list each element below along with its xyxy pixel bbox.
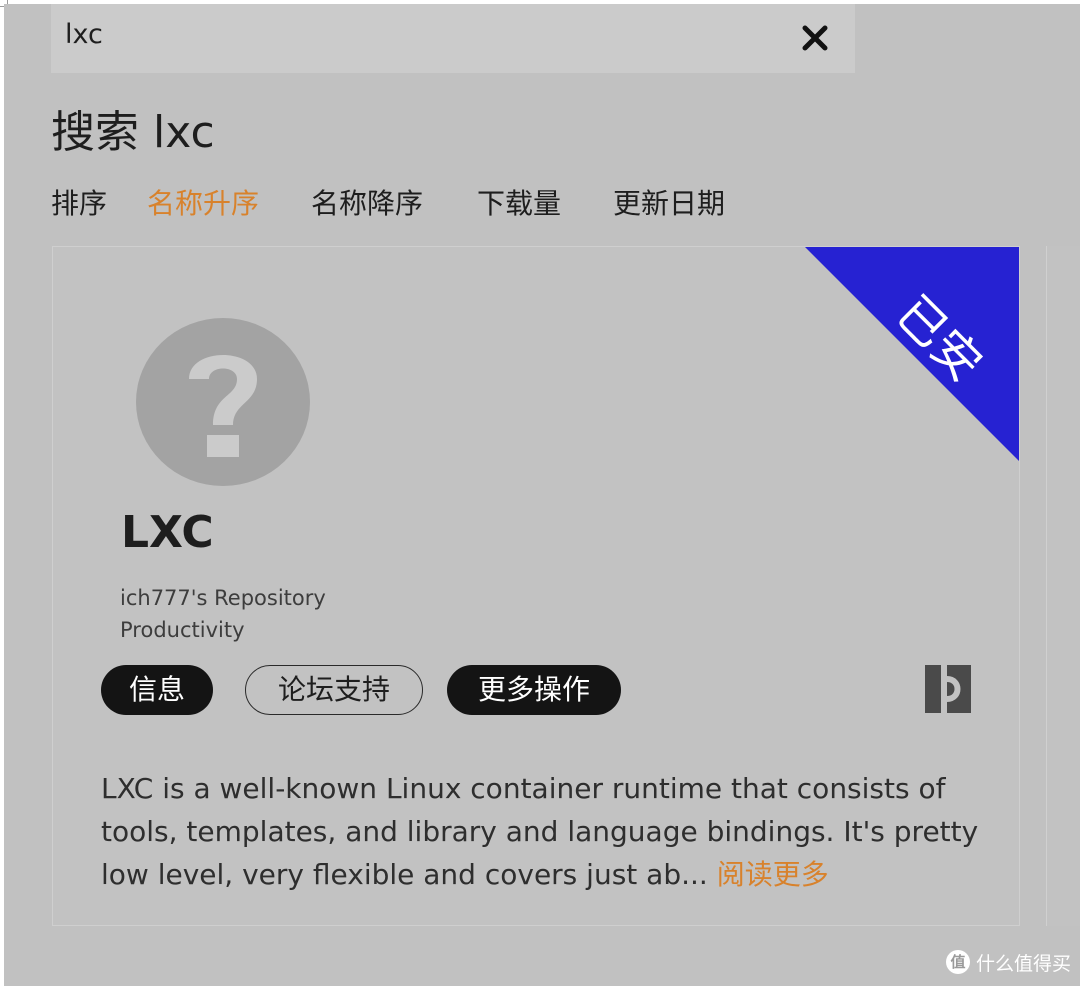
docker-hub-icon[interactable] bbox=[925, 665, 971, 713]
forum-support-button[interactable]: 论坛支持 bbox=[245, 665, 423, 715]
page-title: 搜索 lxc bbox=[51, 107, 215, 158]
sort-option-downloads[interactable]: 下载量 bbox=[477, 184, 561, 224]
app-store-panel: 搜索 lxc 排序 名称升序 名称降序 下载量 更新日期 已安 LXC ich7… bbox=[4, 4, 1080, 986]
next-app-card-edge bbox=[1046, 246, 1080, 926]
app-card: 已安 LXC ich777's Repository Productivity … bbox=[52, 246, 1020, 926]
watermark-text: 什么值得买 bbox=[976, 952, 1072, 975]
search-input[interactable] bbox=[65, 10, 765, 58]
app-description: LXC is a well-known Linux container runt… bbox=[101, 767, 981, 896]
sort-option-name-asc[interactable]: 名称升序 bbox=[147, 184, 259, 224]
close-icon bbox=[802, 25, 828, 51]
clear-search-button[interactable] bbox=[799, 22, 831, 54]
app-category: Productivity bbox=[120, 618, 245, 642]
info-button[interactable]: 信息 bbox=[101, 665, 213, 715]
sort-option-name-desc[interactable]: 名称降序 bbox=[311, 184, 423, 224]
read-more-link[interactable]: 阅读更多 bbox=[717, 858, 829, 891]
app-description-text: LXC is a well-known Linux container runt… bbox=[101, 772, 979, 891]
sort-label: 排序 bbox=[51, 187, 108, 220]
app-repository: ich777's Repository bbox=[120, 586, 326, 610]
sort-option-updated[interactable]: 更新日期 bbox=[613, 184, 725, 224]
app-name: LXC bbox=[121, 507, 214, 558]
question-mark-icon bbox=[136, 318, 310, 486]
search-bar bbox=[51, 4, 855, 73]
site-watermark: 值 什么值得买 bbox=[946, 946, 1071, 978]
watermark-badge: 值 bbox=[946, 950, 970, 974]
more-actions-button[interactable]: 更多操作 bbox=[447, 665, 621, 715]
